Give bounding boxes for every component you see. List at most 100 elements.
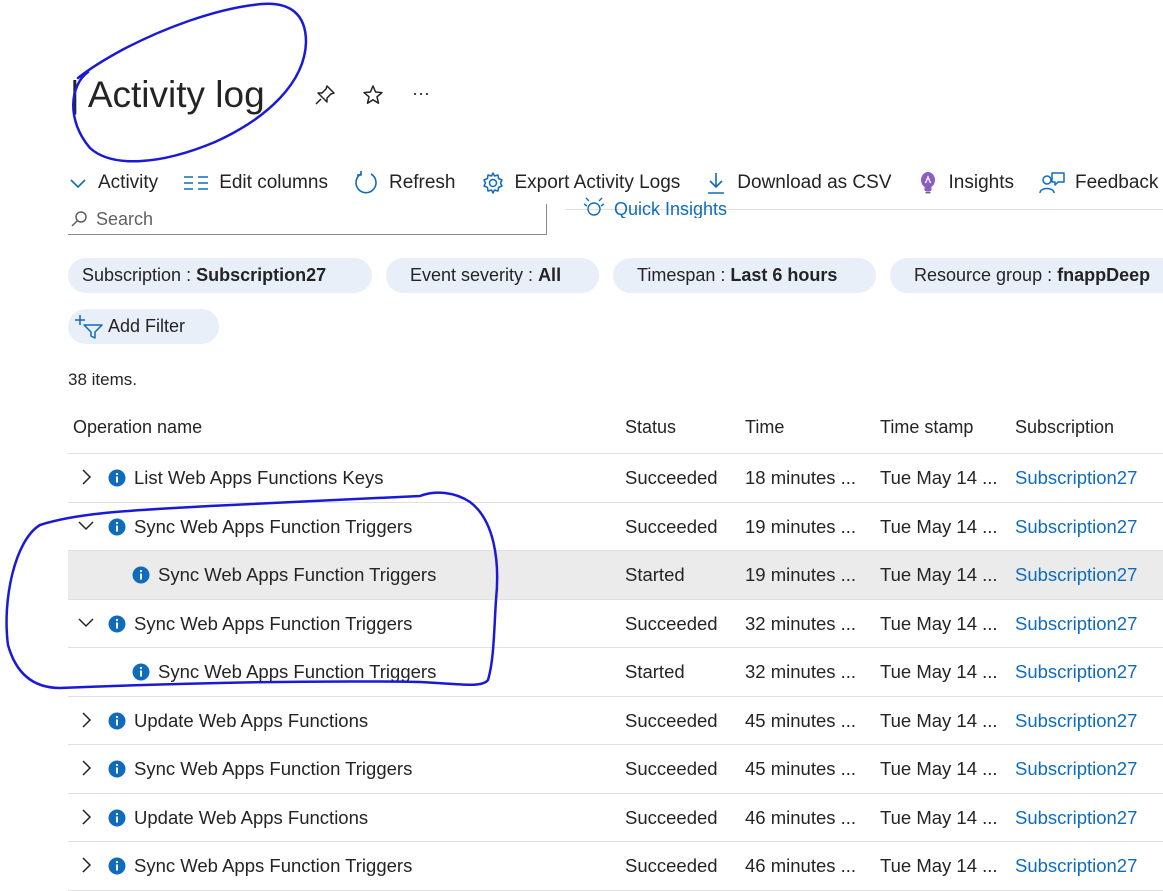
timestamp-cell: Tue May 14 ... xyxy=(880,515,998,537)
table-row[interactable]: Update Web Apps Functions Succeeded 46 min… xyxy=(68,794,1163,842)
operation-name[interactable]: Sync Web Apps Function Triggers xyxy=(158,661,436,683)
operation-name[interactable]: Update Web Apps Functions xyxy=(134,710,368,732)
column-header-time[interactable]: Time xyxy=(745,417,784,438)
add-filter-label: Add Filter xyxy=(108,316,186,336)
info-icon xyxy=(108,615,126,633)
pin-icon[interactable] xyxy=(312,82,338,108)
lightbulb-outline-icon xyxy=(582,196,606,218)
search-input[interactable] xyxy=(94,207,498,231)
filter-key: Timespan xyxy=(637,265,716,285)
chevron-down-icon[interactable] xyxy=(76,516,96,536)
star-icon[interactable] xyxy=(360,82,386,108)
timestamp-cell: Tue May 14 ... xyxy=(880,855,998,876)
table-row[interactable]: Sync Web Apps Function Triggers Succeeded… xyxy=(68,842,1163,891)
table-row[interactable]: Sync Web Apps Function Triggers Succeeded… xyxy=(68,600,1163,648)
quick-insights-label: Quick Insights xyxy=(614,199,728,218)
filter-timespan[interactable]: Timespan : Last 6 hours xyxy=(613,258,876,293)
chevron-right-icon[interactable] xyxy=(76,807,96,827)
status-cell: Started xyxy=(625,661,685,682)
chevron-right-icon[interactable] xyxy=(76,710,96,730)
timestamp-cell: Tue May 14 ... xyxy=(880,467,998,488)
table-row[interactable]: Update Web Apps Functions Succeeded 45 min… xyxy=(68,697,1163,745)
table-row[interactable]: Sync Web Apps Function Triggers Started 32… xyxy=(68,648,1163,697)
operation-name[interactable]: Sync Web Apps Function Triggers xyxy=(134,758,412,780)
info-icon xyxy=(132,663,150,681)
status-cell: Succeeded xyxy=(625,515,718,537)
quick-insights-link[interactable]: Quick Insights xyxy=(582,196,727,218)
info-icon xyxy=(108,809,126,827)
operation-name[interactable]: Sync Web Apps Function Triggers xyxy=(134,855,412,877)
info-icon xyxy=(108,518,126,536)
subscription-link[interactable]: Subscription27 xyxy=(1015,855,1137,877)
add-filter-icon xyxy=(74,313,104,341)
column-header-status[interactable]: Status xyxy=(625,417,676,438)
feedback-button[interactable]: Feedback xyxy=(1038,171,1158,195)
time-cell: 19 minutes ... xyxy=(745,515,857,537)
filter-key: Event severity xyxy=(410,265,524,285)
feedback-icon xyxy=(1038,171,1066,195)
subscription-link[interactable]: Subscription27 xyxy=(1015,613,1137,635)
subscription-link[interactable]: Subscription27 xyxy=(1015,758,1137,780)
timestamp-cell: Tue May 14 ... xyxy=(880,661,998,682)
activity-button[interactable]: Activity xyxy=(68,171,158,195)
download-csv-button[interactable]: Download as CSV xyxy=(704,171,892,195)
column-header-operation-name[interactable]: Operation name xyxy=(73,417,202,438)
operation-name[interactable]: List Web Apps Functions Keys xyxy=(134,467,384,489)
status-cell: Succeeded xyxy=(625,806,718,828)
info-icon xyxy=(108,712,126,730)
insights-button[interactable]: Insights xyxy=(916,171,1014,195)
subscription-link[interactable]: Subscription27 xyxy=(1015,661,1137,683)
page-title: | Activity log xyxy=(70,74,265,115)
table-row[interactable]: Sync Web Apps Function Triggers Succeeded… xyxy=(68,503,1163,551)
info-icon xyxy=(132,566,150,584)
column-header-time-stamp[interactable]: Time stamp xyxy=(880,417,973,438)
time-cell: 18 minutes ... xyxy=(745,467,857,488)
chevron-down-icon[interactable] xyxy=(76,613,96,633)
filter-resource-group[interactable]: Resource group : fnappDeep xyxy=(890,258,1163,293)
chevron-right-icon[interactable] xyxy=(76,467,96,487)
filter-value: Subscription27 xyxy=(196,265,327,285)
subscription-link[interactable]: Subscription27 xyxy=(1015,807,1137,829)
edit-columns-button[interactable]: Edit columns xyxy=(182,171,328,195)
filter-value: fnappDeep xyxy=(1057,265,1151,285)
table-row[interactable]: Sync Web Apps Function Triggers Succeeded… xyxy=(68,745,1163,794)
info-icon xyxy=(108,760,126,778)
add-filter-button[interactable]: Add Filter xyxy=(68,309,219,344)
time-cell: 32 minutes ... xyxy=(745,661,857,682)
lightbulb-icon xyxy=(916,171,940,195)
feedback-label: Feedback xyxy=(1074,172,1159,193)
export-activity-logs-button[interactable]: Export Activity Logs xyxy=(480,171,681,195)
subscription-link[interactable]: Subscription27 xyxy=(1015,467,1137,489)
refresh-label: Refresh xyxy=(388,172,456,193)
search-box xyxy=(68,204,546,235)
operation-name[interactable]: Update Web Apps Functions xyxy=(134,807,368,829)
export-activity-logs-label: Export Activity Logs xyxy=(514,172,681,193)
table-body: List Web Apps Functions Keys Succeeded 18 … xyxy=(68,454,1163,891)
operation-name[interactable]: Sync Web Apps Function Triggers xyxy=(134,516,412,538)
search-icon xyxy=(68,208,90,230)
operation-name[interactable]: Sync Web Apps Function Triggers xyxy=(134,613,412,635)
operation-name[interactable]: Sync Web Apps Function Triggers xyxy=(158,564,436,586)
table-row[interactable]: List Web Apps Functions Keys Succeeded 18 … xyxy=(68,454,1163,503)
filter-value: All xyxy=(538,265,562,285)
items-count: 38 items. xyxy=(68,370,137,389)
filter-event-severity[interactable]: Event severity : All xyxy=(386,258,599,293)
chevron-right-icon[interactable] xyxy=(76,855,96,875)
filter-key: Resource group xyxy=(914,265,1043,285)
refresh-button[interactable]: Refresh xyxy=(352,171,456,195)
time-cell: 19 minutes ... xyxy=(745,564,857,585)
more-icon[interactable]: ··· xyxy=(408,80,434,106)
subscription-link[interactable]: Subscription27 xyxy=(1015,516,1137,538)
subscription-link[interactable]: Subscription27 xyxy=(1015,564,1137,586)
subscription-link[interactable]: Subscription27 xyxy=(1015,710,1137,732)
gear-icon xyxy=(480,171,506,195)
edit-columns-icon xyxy=(182,171,210,195)
table-header: Operation name Status Time Time stamp Su… xyxy=(68,406,1163,454)
filter-subscription[interactable]: Subscription : Subscription27 xyxy=(68,258,372,293)
chevron-right-icon[interactable] xyxy=(76,758,96,778)
activity-table: Operation name Status Time Time stamp Su… xyxy=(68,406,1163,891)
column-header-subscription[interactable]: Subscription xyxy=(1015,417,1114,438)
time-cell: 45 minutes ... xyxy=(745,758,857,779)
table-row[interactable]: Sync Web Apps Function Triggers Started 19… xyxy=(68,551,1163,600)
info-icon xyxy=(108,857,126,875)
